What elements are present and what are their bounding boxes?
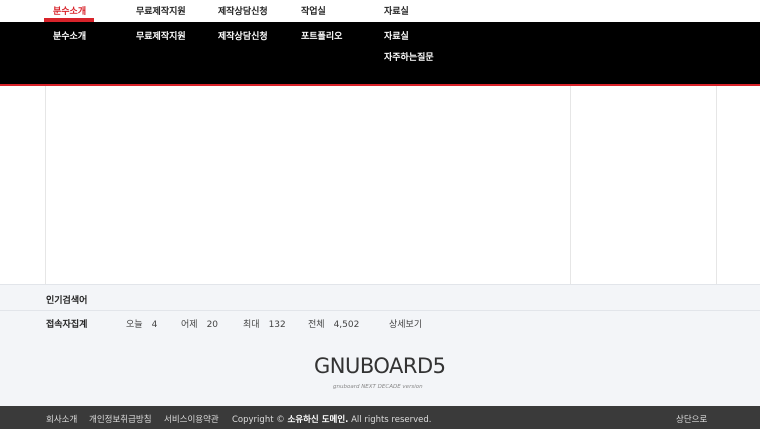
nav-item-free-support[interactable]: 무료제작지원 bbox=[136, 4, 186, 17]
stats-divider bbox=[0, 310, 760, 311]
footer-bar: 회사소개 개인정보취급방침 서비스이용약관 Copyright © 소유하신 도… bbox=[0, 406, 760, 429]
nav-item-about[interactable]: 분수소개 bbox=[53, 4, 86, 17]
stat-total-label: 전체 bbox=[308, 320, 325, 330]
footer-link-privacy[interactable]: 개인정보취급방침 bbox=[89, 413, 152, 425]
copyright-prefix: Copyright © bbox=[232, 415, 285, 425]
stats-detail-link[interactable]: 상세보기 bbox=[389, 317, 422, 330]
nav-item-consult[interactable]: 제작상담신청 bbox=[218, 4, 268, 17]
sub-item-faq[interactable]: 자주하는질문 bbox=[384, 50, 434, 63]
nav-dropdown: 분수소개 무료제작지원 제작상담신청 포트폴리오 자료실 자주하는질문 bbox=[0, 22, 760, 86]
content-right-border bbox=[716, 86, 717, 284]
gnuboard-logo[interactable]: GNUBOARD5 bbox=[314, 354, 446, 378]
stat-today: 오늘 4 bbox=[126, 317, 157, 330]
stat-max-label: 최대 bbox=[243, 320, 260, 330]
stat-max: 최대 132 bbox=[243, 317, 286, 330]
nav-item-workroom[interactable]: 작업실 bbox=[301, 4, 326, 17]
sub-item-archive[interactable]: 자료실 bbox=[384, 29, 409, 42]
sub-item-about[interactable]: 분수소개 bbox=[53, 29, 86, 42]
popular-search-title: 인기검색어 bbox=[46, 296, 88, 306]
stat-total-value: 4,502 bbox=[333, 320, 360, 330]
content-left-border bbox=[45, 86, 46, 284]
visitor-count-title: 접속자집계 bbox=[46, 320, 88, 330]
copyright-suffix: All rights reserved. bbox=[351, 415, 432, 425]
footer-link-terms[interactable]: 서비스이용약관 bbox=[164, 413, 219, 425]
gnuboard-logo-subtitle: gnuboard NEXT DECADE version bbox=[333, 384, 423, 390]
content-column-border bbox=[570, 86, 571, 284]
sub-item-free-support[interactable]: 무료제작지원 bbox=[136, 29, 186, 42]
main-content bbox=[0, 86, 760, 284]
stat-today-label: 오늘 bbox=[126, 320, 143, 330]
copyright-text: Copyright © 소유하신 도메인. All rights reserve… bbox=[232, 413, 431, 425]
sub-item-consult[interactable]: 제작상담신청 bbox=[218, 29, 268, 42]
copyright-owner: 소유하신 도메인. bbox=[287, 415, 349, 425]
stat-yesterday: 어제 20 bbox=[181, 317, 218, 330]
stat-total: 전체 4,502 bbox=[308, 317, 359, 330]
stat-yesterday-value: 20 bbox=[206, 320, 219, 330]
stat-yesterday-label: 어제 bbox=[181, 320, 198, 330]
footer-logo-area: GNUBOARD5 gnuboard NEXT DECADE version bbox=[0, 334, 760, 406]
top-navigation: 분수소개 무료제작지원 제작상담신청 작업실 자료실 bbox=[0, 0, 760, 22]
stat-today-value: 4 bbox=[151, 320, 158, 330]
nav-item-archive[interactable]: 자료실 bbox=[384, 4, 409, 17]
back-to-top-link[interactable]: 상단으로 bbox=[676, 413, 707, 425]
footer-link-company[interactable]: 회사소개 bbox=[46, 413, 77, 425]
sub-item-portfolio[interactable]: 포트폴리오 bbox=[301, 29, 342, 42]
stats-section: 인기검색어 접속자집계 오늘 4 어제 20 최대 132 전체 4,502 상세보기 bbox=[0, 284, 760, 335]
stat-max-value: 132 bbox=[268, 320, 286, 330]
